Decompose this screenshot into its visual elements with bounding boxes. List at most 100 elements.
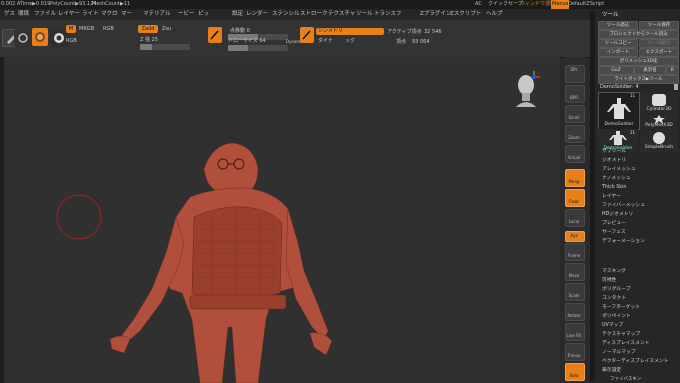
subpalette-polygroups[interactable]: ポリグループ — [602, 286, 631, 293]
local-button[interactable] — [565, 209, 585, 227]
load-tool-button[interactable]: ツール読込 — [598, 21, 638, 30]
mrgb-button[interactable]: MRGB — [79, 26, 94, 32]
quicksave-button[interactable]: クイックセーブ — [488, 0, 523, 9]
current-tool-label: DemoSoldier: 4 — [600, 84, 639, 90]
subpalette-hdgeometry[interactable]: HDジオメトリ — [602, 211, 633, 218]
zadd-button[interactable]: Zadd — [138, 25, 158, 33]
menus-button[interactable]: Menus — [551, 0, 570, 9]
subpalette-subtool[interactable]: サブツール — [602, 148, 626, 155]
rotate-button[interactable] — [565, 303, 585, 321]
symmetry-button[interactable]: シンメトリ — [316, 28, 384, 35]
menu-item[interactable]: ピッ — [198, 9, 209, 20]
bpr-button[interactable] — [565, 85, 585, 103]
subpalette-visibility[interactable]: 可視性 — [602, 277, 616, 284]
draw-size-slider[interactable] — [228, 45, 288, 51]
subpalette-polypaint[interactable]: ポリペイント — [602, 313, 631, 320]
symmetry-icon[interactable] — [300, 27, 314, 43]
menu-item[interactable]: ライト — [82, 9, 99, 20]
make-polymesh-button[interactable]: ポリメッシュ3D化 — [598, 57, 679, 66]
menu-item[interactable]: レンダー — [246, 9, 268, 20]
menu-item[interactable]: テクスチャ — [328, 9, 355, 20]
menu-item[interactable]: 設定 — [232, 9, 243, 20]
palette-title: ツール — [602, 12, 619, 18]
subpalette-thickskin[interactable]: Thick Skin — [602, 184, 626, 191]
menu-item[interactable]: マー — [121, 9, 132, 20]
goz-button[interactable]: GoZ — [598, 66, 634, 75]
focal-shift-icon[interactable] — [208, 27, 222, 43]
subpalette-deformation[interactable]: デフォーメーション — [602, 238, 645, 245]
menu-item[interactable]: ファイル — [34, 9, 56, 20]
menu-item[interactable]: マテリアル — [143, 9, 170, 20]
actual-button[interactable] — [565, 145, 585, 163]
menu-item[interactable]: Zスクリプト — [450, 9, 481, 20]
rgb-button[interactable]: RGB — [103, 26, 114, 32]
subpalette-displacement[interactable]: ディスプレイスメント — [602, 340, 650, 347]
status-ac[interactable]: AC — [475, 0, 482, 9]
persp-button[interactable] — [565, 169, 585, 187]
subpalette-arraymesh[interactable]: アレイメッシュ — [602, 166, 636, 173]
m-button[interactable]: M — [66, 25, 76, 33]
solo-button[interactable] — [565, 363, 585, 381]
line-fill-button[interactable] — [565, 323, 585, 341]
lightbox-tools-button[interactable]: ライトボックス▶ツール — [598, 75, 679, 84]
menu-item[interactable]: ヘルプ — [486, 9, 503, 20]
navigation-head-icon[interactable] — [512, 69, 544, 109]
subpalette-contact[interactable]: コンタクト — [602, 295, 626, 302]
subpalette-masking[interactable]: マスキング — [602, 268, 626, 275]
frame-button[interactable] — [565, 243, 585, 261]
thumb-count: 11 — [630, 93, 636, 98]
menu-item[interactable]: ービー — [178, 9, 195, 20]
thumb-cylinder3d[interactable]: Cylinder3D — [640, 92, 678, 114]
subpalette-fiberskin[interactable]: ファイバスキン — [610, 376, 641, 383]
canvas-viewport[interactable] — [4, 57, 560, 383]
display-name-button[interactable]: 表示名 — [634, 66, 666, 75]
thumb-simplebrush[interactable]: SimpleBrush — [640, 130, 678, 153]
menu-bar: ゲス 環境 ファイル レイヤー ライト マクロ マー マテリアル ービー ピッ … — [0, 9, 590, 20]
copy-tool-button[interactable]: ツールコピー — [598, 39, 638, 48]
subpalette-surface[interactable]: サーフェス — [602, 229, 626, 236]
scroll-button[interactable] — [565, 105, 585, 123]
import-button[interactable]: インポート — [598, 48, 638, 57]
scale-button[interactable] — [565, 283, 585, 301]
menu-item[interactable]: ステンシル — [272, 9, 300, 20]
export-button[interactable]: エクスポート — [639, 48, 679, 57]
draw-size-label: ドローサイズ 64 — [228, 38, 266, 44]
draw-icon[interactable] — [14, 29, 32, 47]
menu-item[interactable]: ゲス — [4, 9, 15, 20]
subpalette-preview[interactable]: プレビュー — [602, 220, 626, 227]
default-zscript-button[interactable]: DefaultZScript — [568, 0, 604, 9]
total-points-value: 93 064 — [412, 39, 430, 45]
subpalette-normalmap[interactable]: ノーマルマップ — [602, 349, 636, 356]
subpalette-fibermesh[interactable]: ファイバーメッシュ — [602, 202, 645, 209]
subpalette-texturemap[interactable]: テクスチャマップ — [602, 331, 640, 338]
load-from-project-button[interactable]: プロジェクトからツール読込 — [598, 30, 679, 39]
menu-item[interactable]: レイヤー — [58, 9, 80, 20]
subpalette-nanomesh[interactable]: ナノメッシュ — [602, 175, 631, 182]
subpalette-display-properties[interactable]: 表示設定 — [602, 367, 621, 374]
subpalette-morphtarget[interactable]: モーフターゲット — [602, 304, 640, 311]
total-points-label: 頂点 — [396, 39, 407, 45]
r-button[interactable]: R — [666, 66, 679, 75]
menu-item[interactable]: マクロ — [101, 9, 118, 20]
zsub-button[interactable]: Zsu — [162, 26, 171, 32]
subpalette-uvmap[interactable]: UVマップ — [602, 322, 623, 329]
floor-button[interactable] — [565, 189, 585, 207]
z-intensity-slider[interactable] — [140, 44, 190, 50]
paste-tool-button[interactable]: ツール貼り — [639, 39, 679, 48]
thumb-polymesh3d[interactable]: PolyMesh3D — [640, 115, 678, 129]
menu-item[interactable]: ツール — [356, 9, 373, 20]
zoom-button[interactable] — [565, 125, 585, 143]
subpalette-geometry[interactable]: ジオメトリ — [602, 157, 626, 164]
subpalette-vectordisplacement[interactable]: ベクターディスプレイスメント — [602, 358, 669, 365]
transp-button[interactable] — [565, 343, 585, 361]
save-as-button[interactable]: ツール保存 — [639, 21, 679, 30]
palette-scrollbar[interactable] — [590, 11, 595, 381]
tool-slider-handle[interactable] — [674, 84, 678, 90]
move-button[interactable] — [565, 263, 585, 281]
menu-item[interactable]: ストローク — [300, 9, 328, 20]
menu-item[interactable]: Zプラグイン — [420, 9, 451, 20]
menu-item[interactable]: トランスフ — [374, 9, 401, 20]
menu-item[interactable]: 環境 — [18, 9, 29, 20]
subpalette-layers[interactable]: レイヤー — [602, 193, 621, 200]
brush-icon[interactable] — [32, 28, 48, 46]
